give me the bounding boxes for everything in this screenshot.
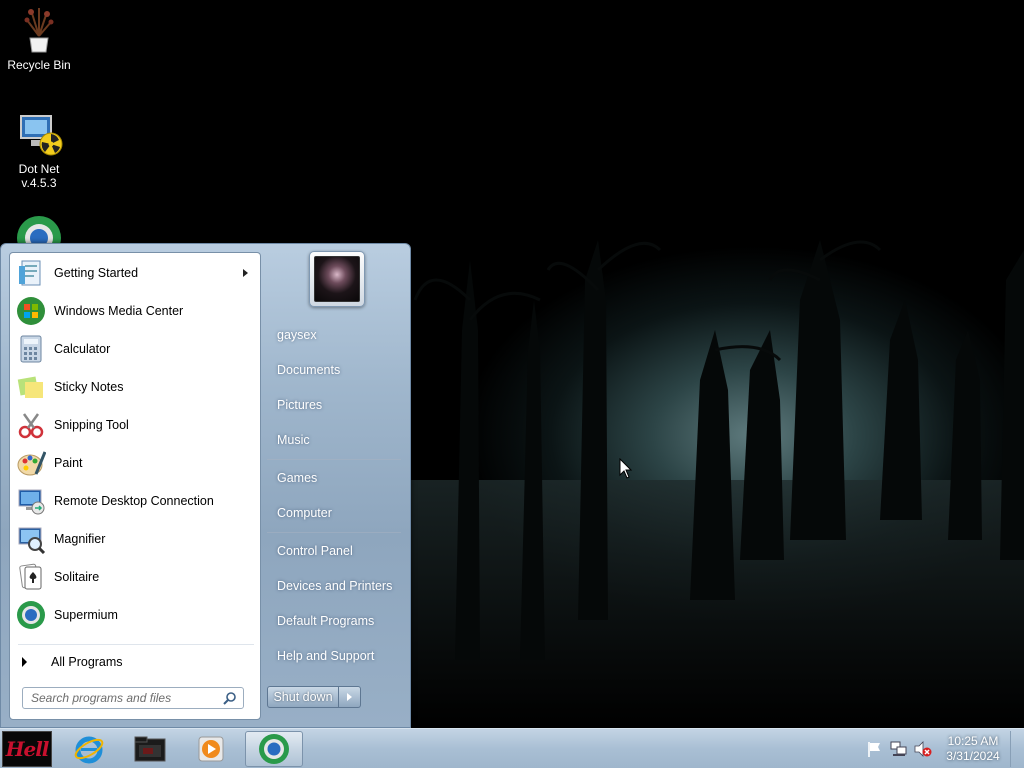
program-magnifier[interactable]: Magnifier xyxy=(12,521,258,557)
calculator-icon xyxy=(14,333,48,365)
supermium-icon xyxy=(14,599,48,631)
right-item-label: Devices and Printers xyxy=(277,579,393,593)
solitaire-icon xyxy=(14,561,48,593)
start-menu: Getting Started Windows Media Center Cal… xyxy=(0,243,411,728)
internet-explorer-icon xyxy=(74,736,104,764)
program-label: Calculator xyxy=(54,342,111,356)
program-label: Solitaire xyxy=(54,570,100,584)
desktop-icon-recycle-bin[interactable]: Recycle Bin xyxy=(1,6,77,72)
desktop-icon-label-line2: v.4.5.3 xyxy=(21,176,57,190)
clock-date: 3/31/2024 xyxy=(946,749,1000,763)
supermium-icon xyxy=(17,216,61,244)
search-icon[interactable] xyxy=(223,691,237,705)
recycle-bin-icon xyxy=(24,8,54,53)
right-item-games[interactable]: Games xyxy=(267,464,403,492)
supermium-icon xyxy=(259,734,289,764)
program-label: Supermium xyxy=(54,608,118,622)
action-center-flag-icon[interactable] xyxy=(866,740,884,758)
right-item-label: Help and Support xyxy=(277,649,375,663)
right-item-computer[interactable]: Computer xyxy=(267,499,403,527)
right-item-label: Pictures xyxy=(277,398,323,412)
remote-desktop-icon xyxy=(14,485,48,517)
mouse-cursor-icon xyxy=(619,458,633,479)
right-item-label: Music xyxy=(277,433,310,447)
right-item-control-panel[interactable]: Control Panel xyxy=(267,537,403,565)
right-item-user[interactable]: gaysex xyxy=(267,321,403,349)
all-programs-button[interactable]: All Programs xyxy=(16,651,256,673)
right-item-devices-printers[interactable]: Devices and Printers xyxy=(267,572,403,600)
taskbar-supermium[interactable] xyxy=(245,731,303,767)
taskbar-explorer[interactable] xyxy=(121,731,179,767)
magnifier-icon xyxy=(14,523,48,555)
program-label: Remote Desktop Connection xyxy=(54,494,214,508)
right-item-documents[interactable]: Documents xyxy=(267,356,403,384)
right-item-label: Default Programs xyxy=(277,614,375,628)
program-label: Paint xyxy=(54,456,83,470)
program-windows-media-center[interactable]: Windows Media Center xyxy=(12,293,258,329)
network-icon[interactable] xyxy=(890,740,908,758)
program-snipping-tool[interactable]: Snipping Tool xyxy=(12,407,258,443)
volume-muted-icon[interactable] xyxy=(914,740,932,758)
user-picture[interactable] xyxy=(309,251,365,307)
taskbar-internet-explorer[interactable] xyxy=(60,731,118,767)
taskbar-media-player[interactable] xyxy=(182,731,240,767)
start-button[interactable]: Hell xyxy=(2,731,52,767)
right-item-label: Computer xyxy=(277,506,332,520)
sticky-notes-icon xyxy=(14,371,48,403)
desktop-icon-dot-net[interactable]: Dot Net v.4.5.3 xyxy=(1,112,77,190)
all-programs-label: All Programs xyxy=(51,655,123,669)
right-item-label: gaysex xyxy=(277,328,317,342)
getting-started-icon xyxy=(14,257,48,289)
search-input[interactable]: Search programs and files xyxy=(22,687,244,709)
desktop-icon-label-line1: Dot Net xyxy=(18,162,60,176)
right-item-pictures[interactable]: Pictures xyxy=(267,391,403,419)
right-item-music[interactable]: Music xyxy=(267,426,403,454)
search-placeholder: Search programs and files xyxy=(31,691,172,705)
clock-time: 10:25 AM xyxy=(947,734,999,748)
program-remote-desktop[interactable]: Remote Desktop Connection xyxy=(12,483,258,519)
program-label: Snipping Tool xyxy=(54,418,129,432)
taskbar: Hell 10:25 AM 3/31/2024 xyxy=(0,728,1024,768)
shutdown-button[interactable]: Shut down xyxy=(267,686,339,708)
program-getting-started[interactable]: Getting Started xyxy=(12,255,258,291)
system-clock[interactable]: 10:25 AM 3/31/2024 xyxy=(934,734,1012,764)
program-sticky-notes[interactable]: Sticky Notes xyxy=(12,369,258,405)
avatar xyxy=(314,256,360,302)
paint-icon xyxy=(14,447,48,479)
submenu-arrow-icon[interactable] xyxy=(243,269,248,277)
shutdown-options-button[interactable] xyxy=(339,686,361,708)
program-calculator[interactable]: Calculator xyxy=(12,331,258,367)
divider xyxy=(267,459,401,460)
program-supermium[interactable]: Supermium xyxy=(12,597,258,633)
program-label: Magnifier xyxy=(54,532,106,546)
right-item-label: Control Panel xyxy=(277,544,353,558)
program-label: Getting Started xyxy=(54,266,139,280)
snipping-tool-icon xyxy=(14,409,48,441)
right-item-default-programs[interactable]: Default Programs xyxy=(267,607,403,635)
media-player-icon xyxy=(198,736,224,762)
shutdown-label: Shut down xyxy=(273,690,333,704)
show-desktop-button[interactable] xyxy=(1010,731,1024,767)
windows-media-center-icon xyxy=(14,295,48,327)
divider xyxy=(18,644,254,645)
program-label: Windows Media Center xyxy=(54,304,184,318)
program-solitaire[interactable]: Solitaire xyxy=(12,559,258,595)
program-label: Sticky Notes xyxy=(54,380,124,394)
divider xyxy=(267,532,401,533)
right-item-label: Games xyxy=(277,471,318,485)
start-button-label: Hell xyxy=(5,737,50,761)
folder-icon xyxy=(134,736,166,762)
desktop-icon-label: Recycle Bin xyxy=(7,58,71,72)
chevron-right-icon xyxy=(347,693,352,701)
expand-arrow-icon xyxy=(22,657,27,667)
dotnet-installer-icon xyxy=(20,115,63,156)
program-paint[interactable]: Paint xyxy=(12,445,258,481)
right-item-label: Documents xyxy=(277,363,341,377)
programs-pane: Getting Started Windows Media Center Cal… xyxy=(9,252,261,720)
right-item-help-support[interactable]: Help and Support xyxy=(267,642,403,670)
